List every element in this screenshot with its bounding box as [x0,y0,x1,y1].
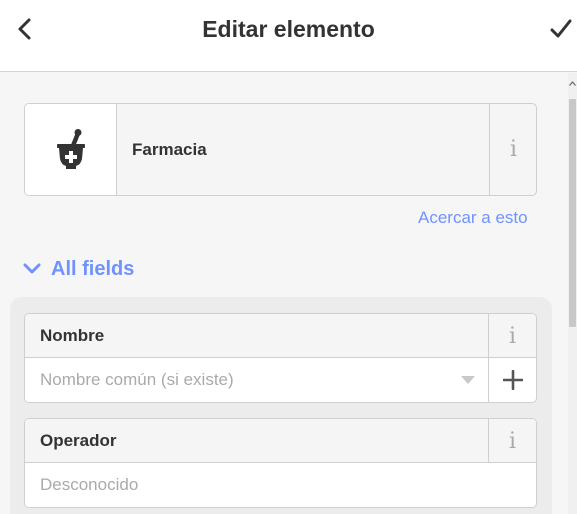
checkmark-icon [550,19,572,38]
preset-icon-box [25,104,117,195]
scroll-up-arrow[interactable] [568,81,577,91]
operator-input[interactable] [25,463,536,507]
name-input[interactable] [25,358,457,402]
field-label: Nombre [40,326,105,345]
save-button[interactable] [546,14,576,44]
pharmacy-icon [56,128,85,169]
caret-down-icon [461,376,475,384]
field-info-button[interactable]: i [488,314,536,358]
header-bar: Editar elemento [0,0,577,72]
field-info-button[interactable]: i [488,419,536,463]
all-fields-toggle[interactable]: All fields [22,255,134,283]
field-header: Nombre i [25,314,536,358]
all-fields-label: All fields [51,257,135,280]
chevron-up-icon [569,81,576,86]
chevron-down-icon [23,263,41,274]
preset-selector[interactable]: Farmacia i [24,103,537,196]
plus-icon [502,370,523,390]
zoom-to-link[interactable]: Acercar a esto [418,208,528,228]
page-title: Editar elemento [202,16,375,42]
field-operator: Operador i [24,418,537,508]
combo-caret[interactable] [457,358,479,402]
field-label: Operador [40,431,117,450]
scrollbar[interactable] [568,73,577,514]
add-name-button[interactable] [488,358,536,402]
preset-info-button[interactable]: i [489,104,536,195]
editor-content: Farmacia i Acercar a esto All fields Nom… [0,73,568,514]
scrollbar-thumb[interactable] [569,99,576,327]
field-header: Operador i [25,419,536,463]
field-name: Nombre i [24,313,537,403]
preset-name: Farmacia [132,140,207,159]
